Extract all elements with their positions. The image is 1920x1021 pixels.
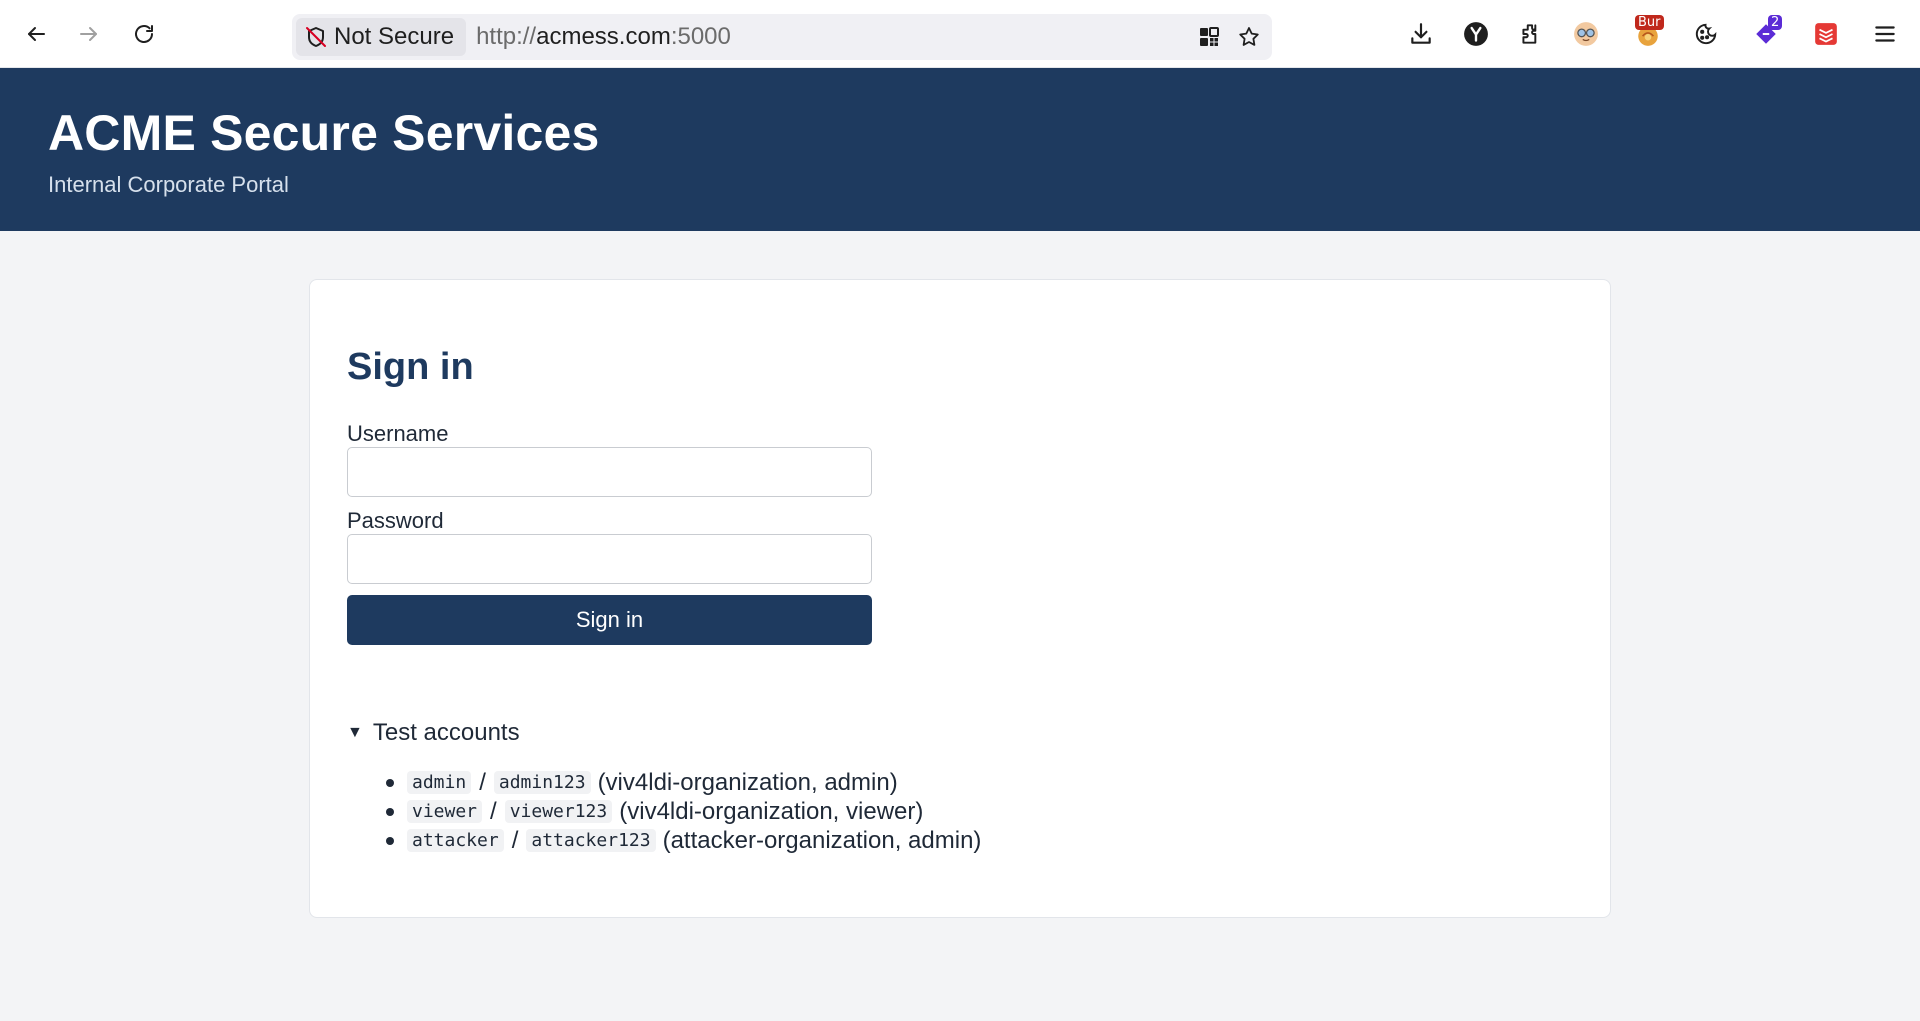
account-password: attacker123 [526,829,656,852]
signin-button[interactable]: Sign in [347,595,872,645]
downloads-button[interactable] [1404,17,1438,51]
url-host: acmess.com [536,23,671,50]
password-label: Password [347,508,444,533]
app-menu-button[interactable] [1868,17,1902,51]
account-note: (viv4ldi-organization, viewer) [619,797,924,825]
browser-toolbar: Not Secure http://acmess.com:5000 Bur 2 [0,0,1920,68]
download-icon [1411,23,1431,44]
cookie-icon [1695,23,1717,45]
url-scheme: http:// [476,23,537,50]
account-separator: / [479,768,486,796]
account-separator: / [511,826,519,854]
menu-icon [1875,26,1895,42]
username-label: Username [347,421,449,446]
stack-extension-button[interactable] [1809,17,1843,51]
forward-button[interactable] [72,17,106,51]
qr-code-button[interactable] [1192,20,1226,54]
username-input[interactable] [347,447,872,497]
stack-icon [1815,23,1837,45]
site-header: ACME Secure Services Internal Corporate … [0,68,1920,231]
y-icon [1464,22,1488,46]
reload-icon [135,25,153,43]
account-separator: / [490,797,497,825]
tag-badge: 2 [1768,15,1783,30]
url-text[interactable]: http://acmess.com:5000 [476,23,1192,51]
account-username: admin [407,771,472,794]
disclosure-triangle-icon: ▼ [347,724,363,741]
account-username: attacker [407,829,504,852]
back-button[interactable] [19,17,53,51]
forward-icon [80,27,97,41]
site-subtitle: Internal Corporate Portal [48,172,289,197]
security-label: Not Secure [334,23,455,50]
cookie-extension-button[interactable] [1689,17,1723,51]
extension-glasses-button[interactable] [1569,17,1603,51]
reload-button[interactable] [127,17,161,51]
test-accounts-summary: Test accounts [372,719,520,746]
list-item: attacker / attacker123 (attacker-organiz… [347,826,981,855]
burp-extension-button[interactable]: Bur [1631,15,1665,51]
shield-off-icon [306,27,326,47]
bookmark-button[interactable] [1232,20,1266,54]
security-indicator[interactable]: Not Secure [296,18,467,56]
signin-title: Sign in [347,346,474,388]
qr-grid-icon [1200,27,1219,46]
glasses-icon [1574,22,1598,46]
back-icon [28,27,45,41]
account-username: viewer [407,800,483,823]
test-accounts-list: admin / admin123 (viv4ldi-organization, … [347,768,981,855]
account-password: viewer123 [504,800,613,823]
url-bar[interactable]: Not Secure http://acmess.com:5000 [292,14,1272,60]
signin-card: Sign in Username Password Sign in ▼ Test… [309,279,1611,918]
account-password: admin123 [493,771,591,794]
site-title: ACME Secure Services [48,105,600,161]
password-input[interactable] [347,534,872,584]
puzzle-icon [1522,24,1537,44]
account-note: (viv4ldi-organization, admin) [597,768,898,796]
url-port: :5000 [670,23,731,50]
account-note: (attacker-organization, admin) [662,826,982,854]
tag-extension-button[interactable]: 2 [1749,15,1783,51]
test-accounts-toggle[interactable]: ▼ Test accounts [347,719,520,747]
star-icon [1239,27,1259,46]
extension-y-button[interactable] [1459,17,1493,51]
list-item: admin / admin123 (viv4ldi-organization, … [347,768,981,797]
list-item: viewer / viewer123 (viv4ldi-organization… [347,797,981,826]
extensions-button[interactable] [1514,17,1548,51]
burp-badge: Bur [1635,15,1664,30]
